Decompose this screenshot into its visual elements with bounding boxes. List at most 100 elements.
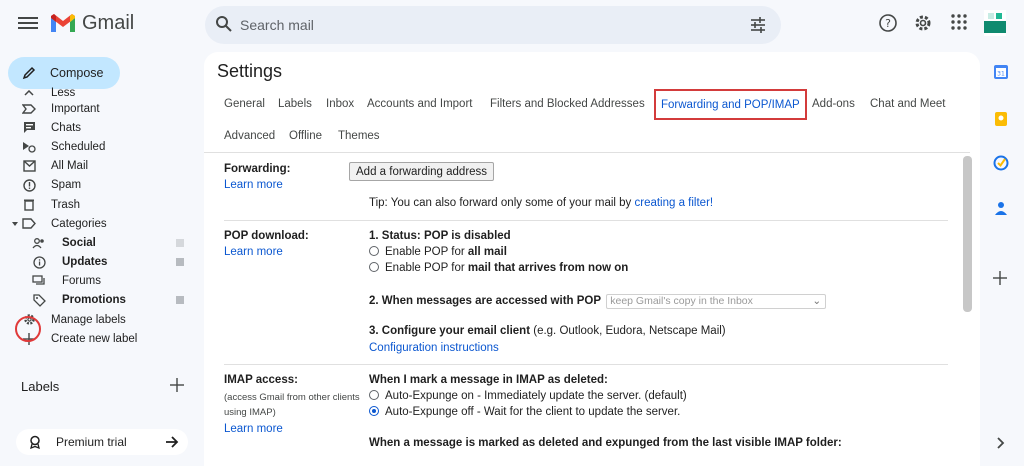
tab-accounts-import[interactable]: Accounts and Import — [367, 98, 472, 110]
forwarding-label: Forwarding: — [224, 163, 291, 175]
pop-access-setting: 2. When messages are accessed with POP k… — [369, 294, 827, 309]
unread-indicator — [176, 238, 184, 247]
main-menu-icon[interactable] — [18, 14, 38, 34]
tab-add-ons[interactable]: Add-ons — [812, 98, 855, 110]
tasks-icon[interactable] — [993, 155, 1009, 171]
forwarding-tip: Tip: You can also forward only some of y… — [369, 197, 714, 209]
configuration-instructions-link[interactable]: Configuration instructions — [369, 342, 499, 354]
tab-forwarding-pop-imap[interactable]: Forwarding and POP/IMAP — [654, 89, 807, 120]
settings-panel: Settings General Labels Inbox Accounts a… — [204, 52, 980, 466]
tab-offline[interactable]: Offline — [289, 130, 322, 142]
scheduled-icon — [22, 140, 36, 154]
tab-chat-meet[interactable]: Chat and Meet — [870, 98, 945, 110]
keep-icon[interactable] — [993, 111, 1009, 127]
tab-labels[interactable]: Labels — [278, 98, 312, 110]
app-name: Gmail — [82, 12, 135, 34]
account-avatar[interactable] — [984, 10, 1006, 36]
unread-indicator — [176, 296, 184, 305]
tab-themes[interactable]: Themes — [338, 130, 380, 142]
info-icon — [32, 255, 46, 269]
sidebar-item-chats[interactable]: Chats — [0, 118, 200, 137]
premium-label: Premium trial — [56, 435, 127, 449]
gmail-logo[interactable]: Gmail — [50, 12, 134, 35]
all-mail-icon — [22, 159, 36, 173]
search-icon[interactable] — [215, 15, 233, 33]
sidebar-item-trash[interactable]: Trash — [0, 195, 200, 214]
sidebar-item-promotions[interactable]: Promotions — [0, 291, 200, 310]
calendar-icon[interactable]: 31 — [993, 64, 1009, 80]
sidebar-item-categories[interactable]: Categories — [0, 214, 200, 233]
radio-button[interactable] — [369, 246, 379, 256]
label-icon — [22, 217, 36, 231]
create-filter-link[interactable]: creating a filter! — [634, 197, 713, 209]
tab-general[interactable]: General — [224, 98, 265, 110]
imap-delete-question: When I mark a message in IMAP as deleted… — [369, 374, 608, 386]
pencil-icon — [22, 66, 36, 80]
pop-option-all-mail[interactable]: Enable POP for all mail — [369, 246, 507, 258]
labels-heading: Labels — [21, 379, 60, 394]
gmail-m-icon — [51, 13, 75, 32]
sidebar-item-all-mail[interactable]: All Mail — [0, 157, 200, 176]
radio-button[interactable] — [369, 262, 379, 272]
learn-more-link[interactable]: Learn more — [224, 179, 283, 191]
svg-text:?: ? — [885, 17, 891, 30]
settings-gear-icon[interactable] — [913, 13, 933, 33]
imap-description: (access Gmail from other clients using I… — [224, 392, 360, 418]
sidebar-item-updates[interactable]: Updates — [0, 253, 200, 272]
sidebar-item-social[interactable]: Social — [0, 233, 200, 252]
tag-icon — [32, 293, 46, 307]
search-bar[interactable]: Search mail — [205, 6, 781, 44]
sidebar-item-important[interactable]: Important — [0, 99, 200, 118]
radio-button-selected[interactable] — [369, 406, 379, 416]
compose-button[interactable]: Compose — [8, 57, 120, 89]
pop-configure-client: 3. Configure your email client (e.g. Out… — [369, 325, 726, 337]
add-apps-icon[interactable] — [993, 271, 1007, 285]
divider — [224, 220, 948, 221]
chevron-right-icon[interactable] — [996, 437, 1006, 449]
highlight-circle — [15, 316, 41, 342]
radio-button[interactable] — [369, 390, 379, 400]
tab-inbox[interactable]: Inbox — [326, 98, 354, 110]
pop-option-from-now[interactable]: Enable POP for mail that arrives from no… — [369, 262, 628, 274]
learn-more-link[interactable]: Learn more — [224, 423, 283, 435]
tab-advanced[interactable]: Advanced — [224, 130, 275, 142]
search-options-icon[interactable] — [749, 16, 767, 34]
sidebar-item-forums[interactable]: Forums — [0, 272, 200, 291]
sidebar-item-spam[interactable]: Spam — [0, 176, 200, 195]
unread-indicator — [176, 258, 184, 267]
search-input[interactable]: Search mail — [240, 17, 314, 33]
sidebar-item-less[interactable]: Less — [0, 87, 200, 99]
scrollbar[interactable] — [963, 156, 972, 312]
top-bar: Gmail Search mail ? — [0, 0, 1024, 50]
pop-status: 1. Status: POP is disabled — [369, 230, 511, 242]
badge-icon — [30, 435, 40, 449]
add-label-icon[interactable] — [170, 378, 184, 392]
people-icon — [32, 236, 46, 250]
pop-action-select[interactable]: keep Gmail's copy in the Inbox ⌄ — [606, 294, 827, 309]
pop-label: POP download: — [224, 230, 309, 242]
sidebar-nav: Less Important Chats Scheduled All Mail … — [0, 87, 200, 348]
trash-icon — [22, 198, 36, 212]
chevron-down-icon: ⌄ — [812, 295, 822, 307]
learn-more-link[interactable]: Learn more — [224, 246, 283, 258]
spam-icon — [22, 178, 36, 192]
imap-expunge-question: When a message is marked as deleted and … — [369, 437, 842, 449]
tab-filters-blocked[interactable]: Filters and Blocked Addresses — [490, 98, 645, 110]
chat-icon — [22, 121, 36, 135]
forum-icon — [32, 274, 46, 288]
auto-expunge-on-option[interactable]: Auto-Expunge on - Immediately update the… — [369, 390, 687, 402]
add-forwarding-address-button[interactable]: Add a forwarding address — [349, 162, 495, 181]
page-title: Settings — [217, 61, 283, 81]
auto-expunge-off-option[interactable]: Auto-Expunge off - Wait for the client t… — [369, 406, 680, 418]
apps-grid-icon[interactable] — [950, 13, 968, 31]
help-icon[interactable]: ? — [878, 13, 898, 33]
arrow-right-icon — [166, 436, 179, 448]
contacts-icon[interactable] — [993, 200, 1009, 216]
compose-label: Compose — [50, 66, 104, 80]
sidebar-item-scheduled[interactable]: Scheduled — [0, 137, 200, 156]
expand-arrow-icon — [8, 217, 22, 231]
imap-label: IMAP access: — [224, 374, 298, 386]
premium-trial-button[interactable]: Premium trial — [16, 429, 188, 455]
divider — [224, 364, 948, 365]
important-icon — [22, 102, 36, 116]
